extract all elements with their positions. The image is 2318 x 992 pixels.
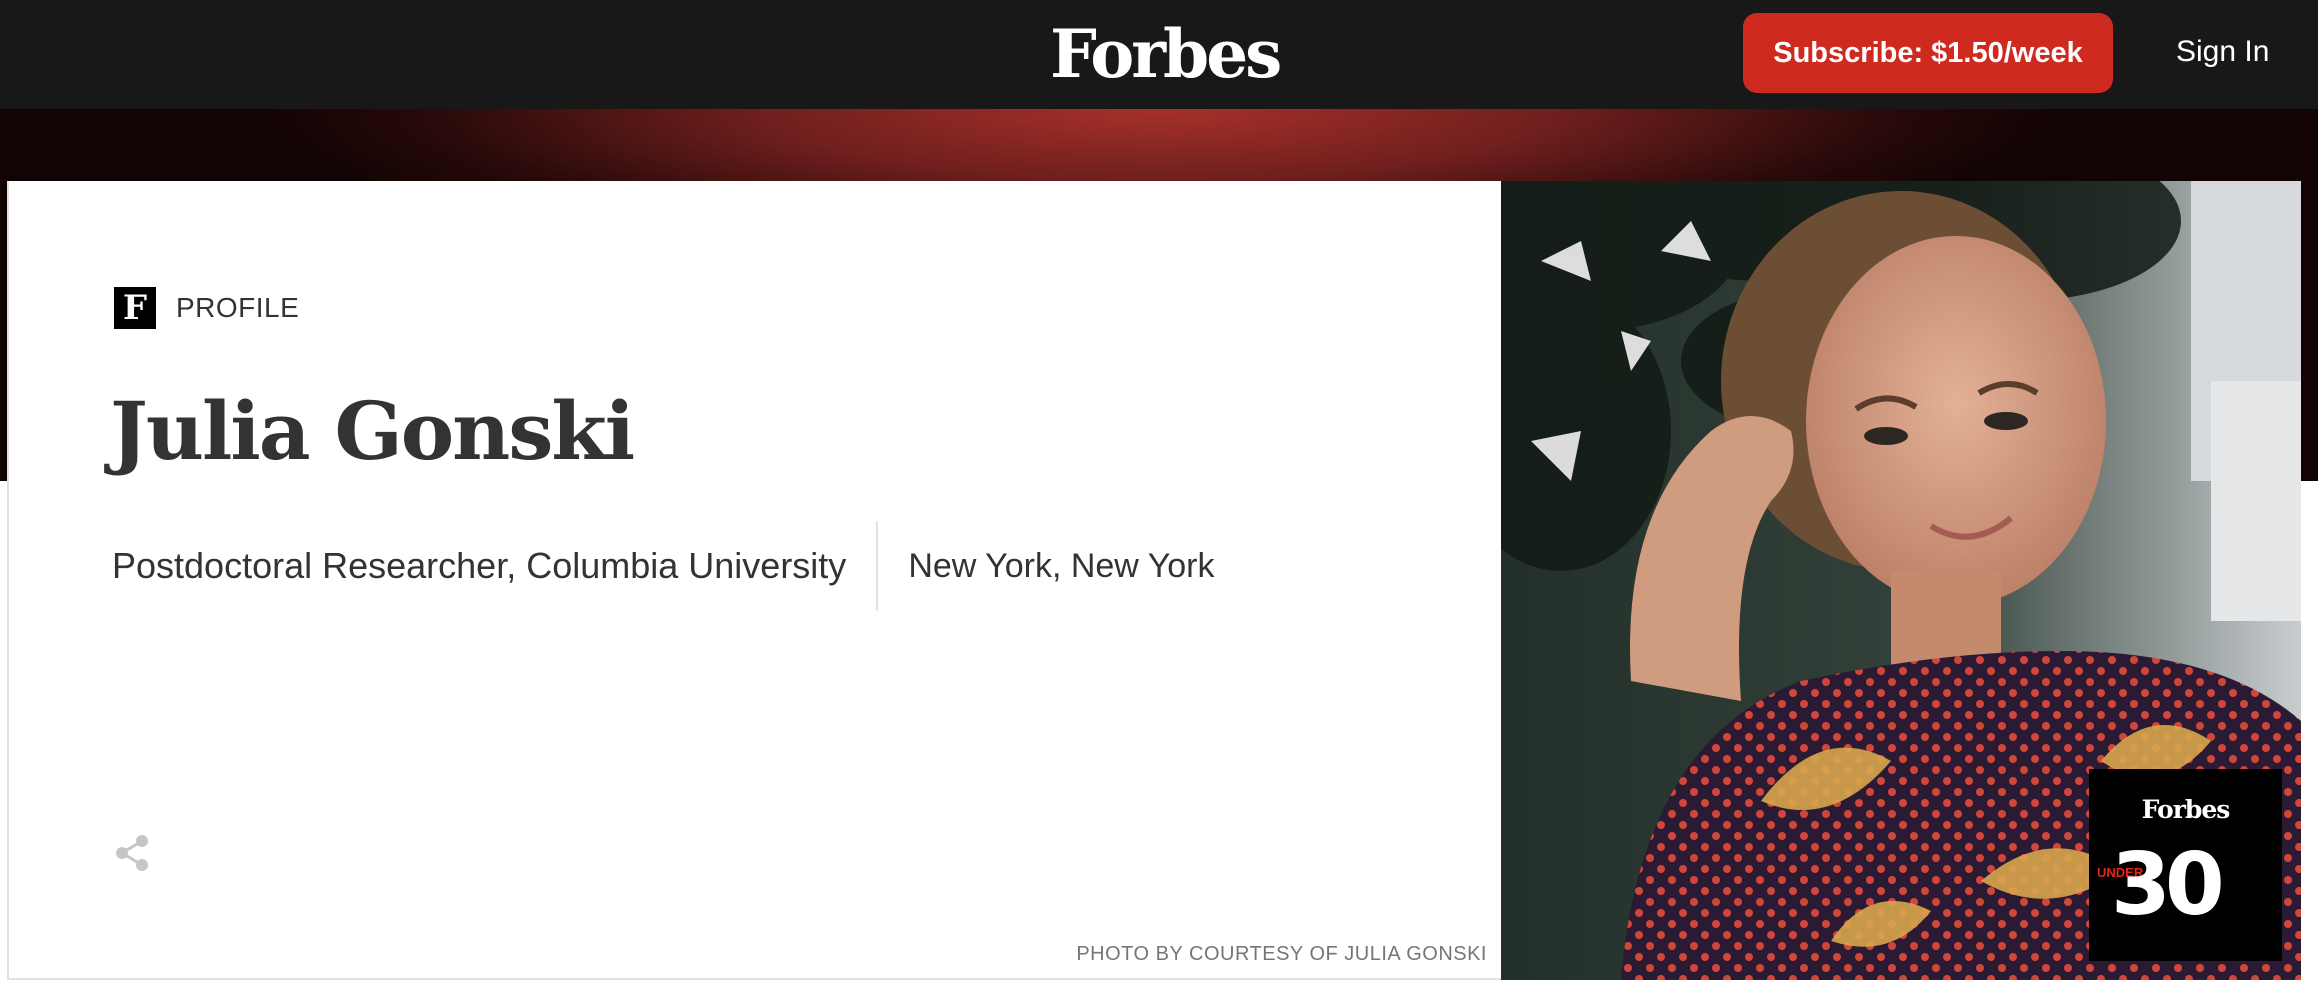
sign-in-link[interactable]: Sign In bbox=[2176, 32, 2269, 72]
profile-card: F PROFILE Julia Gonski Postdoctoral Rese… bbox=[7, 181, 1501, 980]
subscribe-button[interactable]: Subscribe: $1.50/week bbox=[1743, 13, 2113, 93]
badge-number: 30 bbox=[2111, 835, 2225, 935]
top-navigation: Forbes Subscribe: $1.50/week Sign In bbox=[0, 0, 2318, 109]
profile-label-row: F PROFILE bbox=[114, 287, 299, 329]
header-gradient-band bbox=[0, 109, 2318, 181]
badge-brand: Forbes bbox=[2141, 795, 2231, 824]
photo-credit: PHOTO BY COURTESY OF JULIA GONSKI bbox=[1076, 943, 1487, 965]
person-title: Postdoctoral Researcher, Columbia Univer… bbox=[112, 545, 847, 586]
forbes-logo[interactable]: Forbes bbox=[1050, 14, 1282, 94]
forbes-under-30-badge: Forbes UNDER 30 bbox=[2089, 769, 2282, 961]
profile-section-label: PROFILE bbox=[176, 292, 300, 323]
profile-meta: Postdoctoral Researcher, Columbia Univer… bbox=[112, 521, 1214, 611]
meta-divider bbox=[876, 521, 879, 611]
share-icon[interactable] bbox=[112, 833, 152, 873]
person-name: Julia Gonski bbox=[110, 384, 635, 478]
profile-page: Forbes Subscribe: $1.50/week Sign In F P… bbox=[0, 0, 2318, 992]
person-location: New York, New York bbox=[908, 547, 1215, 585]
forbes-f-icon: F bbox=[114, 287, 156, 329]
